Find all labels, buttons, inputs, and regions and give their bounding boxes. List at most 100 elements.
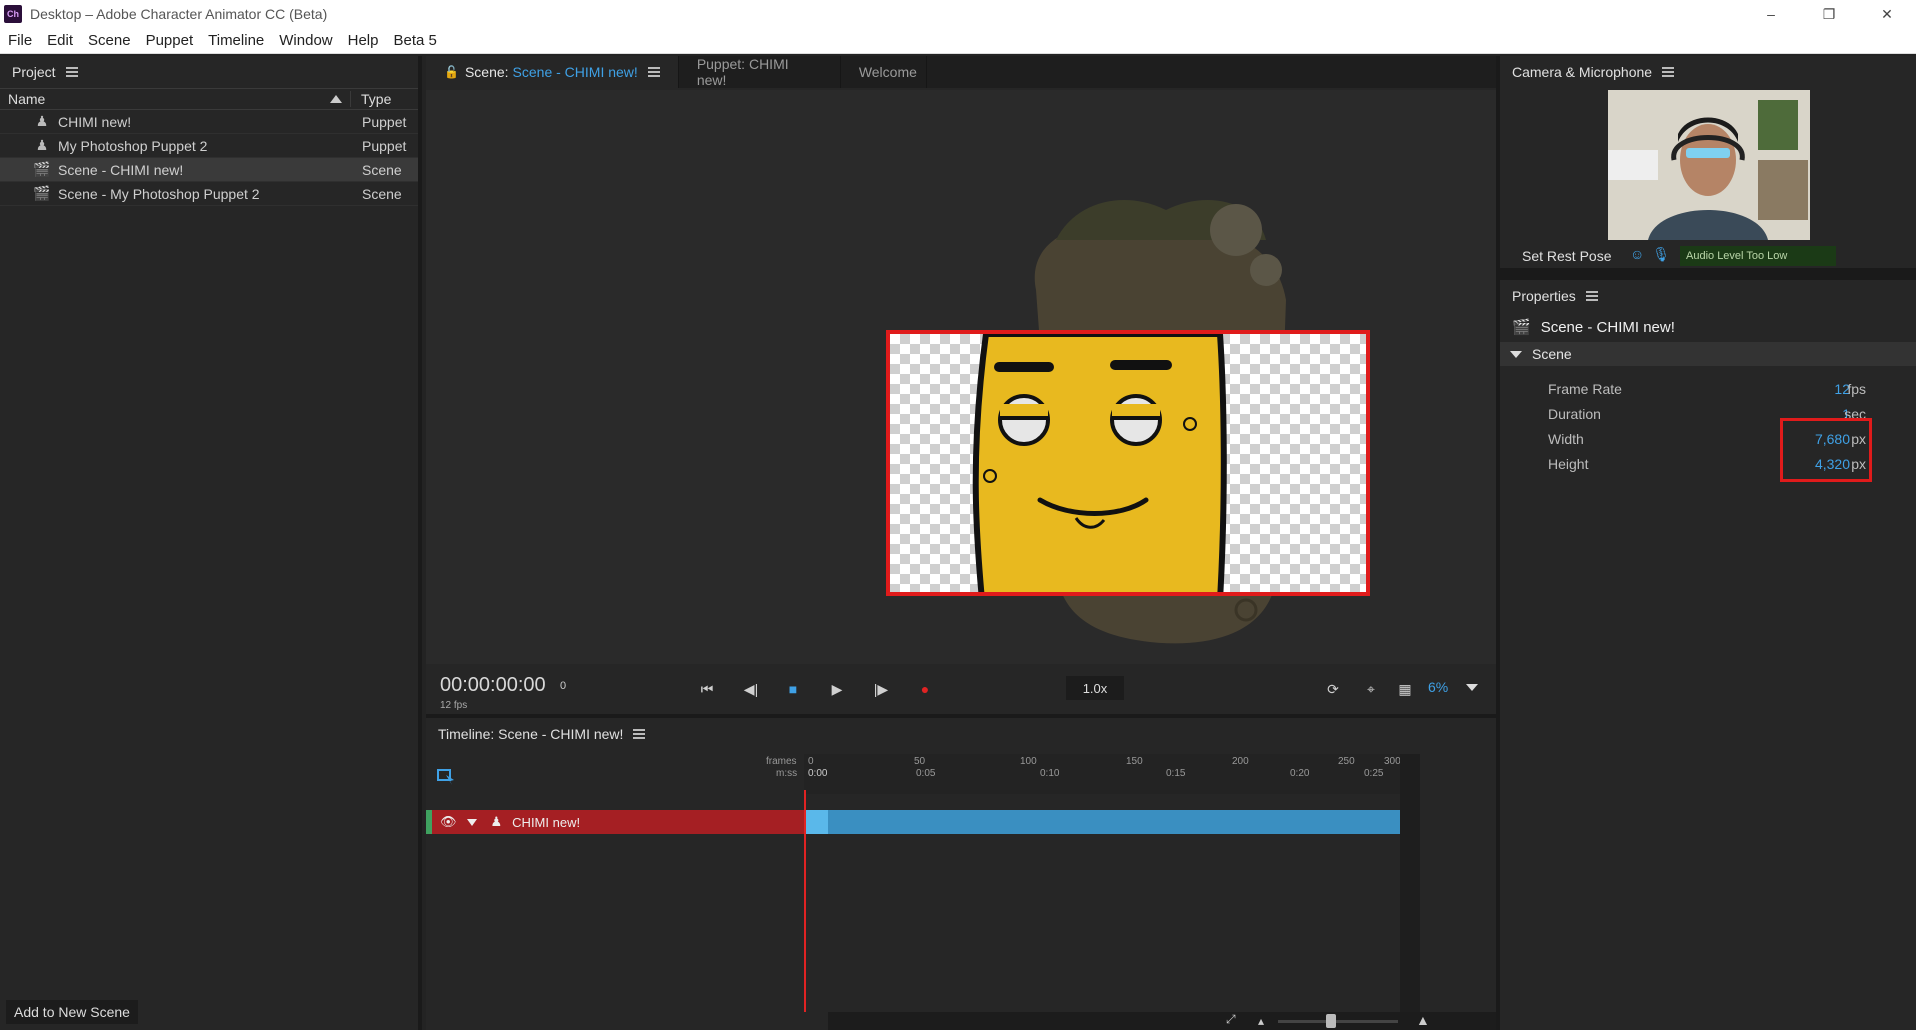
track-expand-icon[interactable] (466, 818, 477, 826)
camera-menu-icon[interactable] (1662, 67, 1675, 77)
lock-icon[interactable]: 🔓 (444, 65, 459, 79)
app-icon: Ch (4, 5, 22, 23)
column-type-header[interactable]: Type (350, 91, 391, 107)
stop-icon[interactable]: ■ (782, 678, 804, 700)
frame-tick: 0 (808, 756, 814, 767)
refresh-icon[interactable]: ⟳ (1322, 678, 1344, 700)
properties-section-scene[interactable]: Scene (1500, 342, 1916, 366)
menu-puppet[interactable]: Puppet (146, 32, 194, 49)
size-highlight-box (1780, 418, 1872, 482)
timeline-panel: Timeline: Scene - CHIMI new! frames m:ss… (426, 718, 1496, 1030)
zoom-level[interactable]: 6% (1428, 679, 1448, 695)
properties-menu-icon[interactable] (1585, 291, 1598, 301)
timeline-select-tool-icon[interactable] (436, 766, 456, 786)
time-tick: 0:15 (1166, 768, 1186, 779)
transparency-grid-icon[interactable]: ▦ (1394, 678, 1416, 700)
scene-icon: 🎬 (33, 161, 51, 177)
frame-tick: 250 (1338, 756, 1355, 767)
minimize-button[interactable]: – (1742, 0, 1800, 28)
section-collapse-icon[interactable] (1510, 350, 1522, 358)
menu-file[interactable]: File (8, 32, 32, 49)
camera-title: Camera & Microphone (1512, 64, 1653, 80)
puppet-icon: ♟ (490, 814, 503, 829)
frames-label: frames (766, 756, 797, 767)
expand-icon[interactable]: ⤢ (1226, 1012, 1236, 1027)
scene-artboard[interactable] (886, 330, 1370, 596)
menu-timeline[interactable]: Timeline (208, 32, 264, 49)
zoom-out-icon[interactable]: ▴ (1258, 1014, 1264, 1028)
step-back-icon[interactable]: ◀| (740, 678, 762, 700)
character-face-image (972, 334, 1227, 592)
timeline-ruler[interactable]: 0 50 100 150 200 250 300 0:00 0:05 0:10 … (804, 754, 1401, 794)
project-row[interactable]: 🎬 Scene - My Photoshop Puppet 2 Scene (0, 182, 418, 206)
zoom-in-icon[interactable]: ▲ (1416, 1012, 1430, 1028)
property-label: Duration (1548, 406, 1601, 422)
time-tick: 0:25 (1364, 768, 1384, 779)
timeline-ruler-labels: frames m:ss (426, 754, 804, 794)
project-row-selected[interactable]: 🎬 Scene - CHIMI new! Scene (0, 158, 418, 182)
zoom-slider-handle[interactable] (1326, 1014, 1336, 1028)
project-row-type: Scene (362, 161, 402, 178)
restore-button[interactable]: ❐ (1800, 0, 1858, 28)
visibility-eye-icon[interactable]: 👁 (440, 814, 457, 830)
go-to-start-icon[interactable]: ⏮ (696, 678, 718, 700)
project-row-type: Scene (362, 185, 402, 202)
timecode[interactable]: 00:00:00:00 (440, 674, 546, 697)
scene-menu-icon[interactable] (647, 67, 660, 77)
panel-divider[interactable] (1496, 56, 1500, 1030)
timeline-track-area[interactable] (426, 834, 1496, 1012)
property-label: Frame Rate (1548, 381, 1622, 397)
section-label: Scene (1532, 346, 1572, 362)
track-bar[interactable] (804, 810, 1400, 834)
panel-divider[interactable] (1500, 268, 1916, 280)
timeline-menu-icon[interactable] (633, 729, 646, 739)
microphone-icon[interactable]: 🎙 (1652, 246, 1670, 263)
properties-panel: Properties 🎬 Scene - CHIMI new! Scene Fr… (1500, 280, 1916, 1030)
menu-edit[interactable]: Edit (47, 32, 73, 49)
track-header[interactable]: 👁 ♟ CHIMI new! (426, 810, 804, 834)
window-title: Desktop – Adobe Character Animator CC (B… (30, 6, 328, 22)
play-icon[interactable]: ▶ (826, 678, 848, 700)
menu-scene[interactable]: Scene (88, 32, 131, 49)
scene-icon: 🎬 (1512, 319, 1531, 336)
panel-divider[interactable] (426, 714, 1496, 718)
scene-icon: 🎬 (33, 185, 51, 201)
playback-speed[interactable]: 1.0x (1066, 676, 1124, 700)
scene-panel: 🔓 Scene: Scene - CHIMI new! Puppet: CHIM… (426, 56, 1496, 714)
timeline-zoom-slider[interactable] (1278, 1020, 1398, 1023)
menu-window[interactable]: Window (279, 32, 332, 49)
audio-level-meter: Audio Level Too Low (1680, 246, 1836, 266)
set-rest-pose-button[interactable]: Set Rest Pose (1522, 248, 1612, 264)
tab-welcome[interactable]: Welcome (841, 56, 927, 88)
tab-scene[interactable]: 🔓 Scene: Scene - CHIMI new! (426, 56, 679, 88)
project-row[interactable]: ♟ CHIMI new! Puppet (0, 110, 418, 134)
menu-beta[interactable]: Beta 5 (393, 32, 436, 49)
project-menu-icon[interactable] (65, 67, 78, 77)
track-bar-start[interactable] (804, 810, 828, 834)
timeline-title: Timeline: Scene - CHIMI new! (438, 726, 624, 742)
column-name-header[interactable]: Name (0, 91, 350, 107)
tab-puppet[interactable]: Puppet: CHIMI new! (679, 56, 841, 88)
camera-header: Camera & Microphone (1500, 56, 1916, 88)
project-row-name: Scene - CHIMI new! (58, 161, 184, 178)
close-button[interactable]: ✕ (1858, 0, 1916, 28)
add-to-new-scene-button[interactable]: Add to New Scene (6, 1000, 138, 1024)
zoom-dropdown-icon[interactable] (1466, 684, 1478, 691)
timeline-scrollbar[interactable] (1400, 754, 1420, 1020)
project-row[interactable]: ♟ My Photoshop Puppet 2 Puppet (0, 134, 418, 158)
title-bar: Ch Desktop – Adobe Character Animator CC… (0, 0, 1916, 28)
timeline-zoom-bar[interactable]: ⤢ ▴ ▲ (828, 1012, 1496, 1030)
transport-bar: 00:00:00:00 0 12 fps ⏮ ◀| ■ ▶ |▶ ● 1.0x … (426, 664, 1496, 714)
scene-stage[interactable] (426, 90, 1496, 664)
project-row-type: Puppet (362, 137, 407, 154)
property-frame-rate: Frame Rate 12 fps (1500, 376, 1916, 401)
target-icon[interactable]: ⌖ (1360, 678, 1382, 700)
face-tracking-icon[interactable]: ☺ (1630, 246, 1644, 263)
step-forward-icon[interactable]: |▶ (870, 678, 892, 700)
sort-ascending-icon[interactable] (330, 95, 342, 103)
menu-help[interactable]: Help (348, 32, 379, 49)
record-icon[interactable]: ● (914, 678, 936, 700)
playhead[interactable] (804, 790, 806, 1012)
mss-label: m:ss (776, 768, 798, 779)
tab-scene-name: Scene - CHIMI new! (512, 64, 638, 80)
